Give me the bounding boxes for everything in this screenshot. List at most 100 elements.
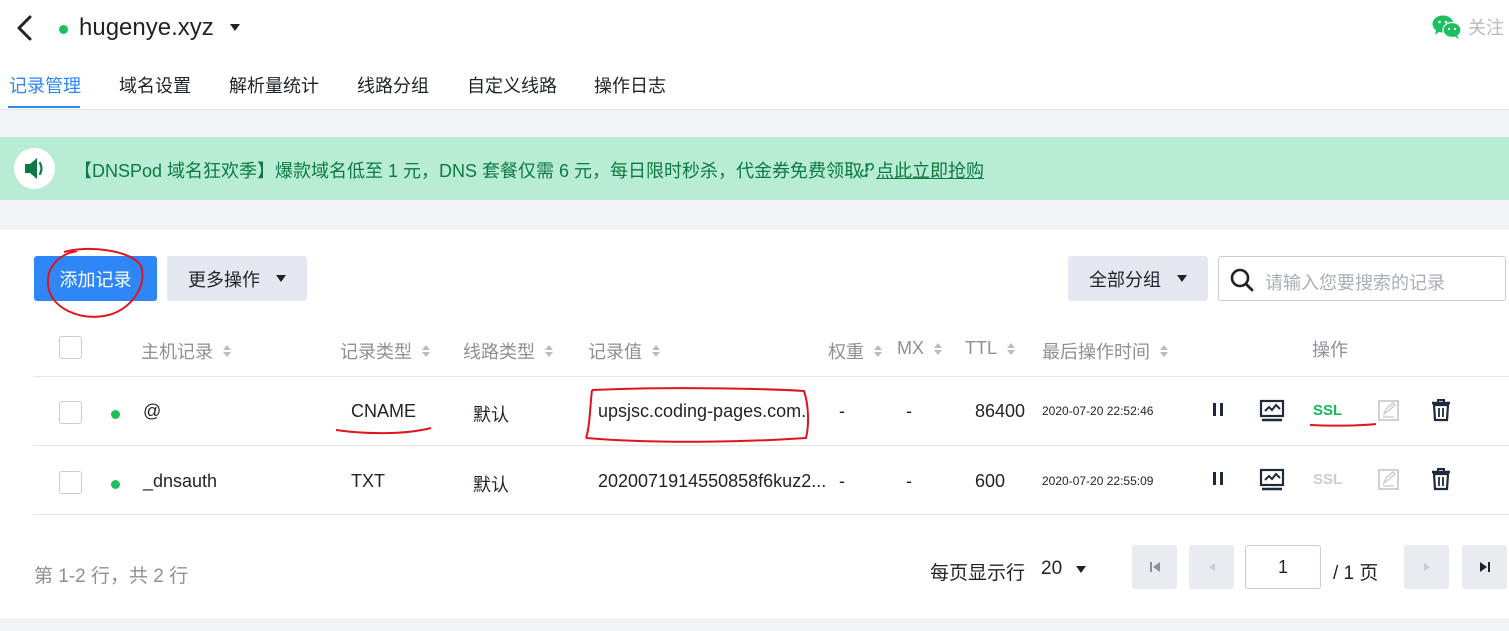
red-underline-annotation xyxy=(335,427,432,435)
record-weight: - xyxy=(839,471,845,491)
record-value: upsjsc.coding-pages.com. xyxy=(598,401,807,421)
tab-operation-log[interactable]: 操作日志 xyxy=(594,72,666,98)
pause-icon[interactable] xyxy=(1210,401,1226,419)
monitor-icon[interactable] xyxy=(1259,399,1285,423)
sort-icon[interactable] xyxy=(874,345,882,357)
group-filter-label: 全部分组 xyxy=(1089,269,1161,290)
sort-icon[interactable] xyxy=(652,345,660,357)
record-mx: - xyxy=(906,471,912,491)
ssl-button[interactable]: SSL xyxy=(1313,471,1342,488)
sort-icon[interactable] xyxy=(545,345,553,357)
page-header: hugenye.xyz 关注 记录管理 域名设置 解析量统计 线路分组 自定义线… xyxy=(0,0,1509,110)
sort-icon[interactable] xyxy=(1007,342,1016,355)
tab-custom-lines[interactable]: 自定义线路 xyxy=(467,72,557,98)
select-all-checkbox[interactable] xyxy=(59,336,82,359)
add-record-button[interactable]: 添加记录 xyxy=(34,256,157,301)
column-header-mx[interactable]: MX xyxy=(897,338,942,359)
record-host: _dnsauth xyxy=(143,471,218,491)
column-header-actions: 操作 xyxy=(1312,340,1348,360)
tab-domain-settings[interactable]: 域名设置 xyxy=(119,72,191,98)
domain-status-dot xyxy=(59,25,68,34)
link-icon xyxy=(859,162,875,178)
more-actions-label: 更多操作 xyxy=(188,269,260,290)
tab-record-management[interactable]: 记录管理 xyxy=(9,72,81,98)
edit-icon[interactable] xyxy=(1377,398,1401,422)
tab-resolution-stats[interactable]: 解析量统计 xyxy=(229,72,319,98)
pagination-summary: 第 1-2 行，共 2 行 xyxy=(34,566,189,587)
sort-icon[interactable] xyxy=(223,345,231,357)
record-ttl: 86400 xyxy=(975,401,1026,421)
promo-text: 【DNSPod 域名狂欢季】爆款域名低至 1 元，DNS 套餐仅需 6 元，每日… xyxy=(74,161,881,181)
promo-link[interactable]: 点此立即抢购 xyxy=(858,157,984,183)
trash-icon[interactable] xyxy=(1430,467,1452,491)
per-page-select[interactable]: 20 xyxy=(1041,558,1062,580)
record-mx: - xyxy=(906,401,912,421)
first-page-button[interactable] xyxy=(1132,545,1177,589)
sort-icon[interactable] xyxy=(934,342,942,355)
last-page-icon xyxy=(1479,562,1490,572)
row-checkbox[interactable] xyxy=(59,471,82,494)
red-underline-annotation xyxy=(1309,423,1377,427)
record-value: 2020071914550858f6kuz2... xyxy=(598,471,827,491)
dropdown-caret-icon[interactable] xyxy=(230,24,240,31)
prev-page-icon xyxy=(1208,563,1215,571)
promo-banner: 【DNSPod 域名狂欢季】爆款域名低至 1 元，DNS 套餐仅需 6 元，每日… xyxy=(0,137,1509,200)
column-header-line[interactable]: 线路类型 xyxy=(463,338,553,364)
record-weight: - xyxy=(839,401,845,421)
record-type: CNAME xyxy=(351,401,417,421)
table-divider xyxy=(33,376,1509,377)
search-input[interactable]: 请输入您要搜索的记录 xyxy=(1218,256,1506,301)
domain-name[interactable]: hugenye.xyz xyxy=(79,14,214,42)
sort-icon[interactable] xyxy=(1160,345,1168,357)
prev-page-button[interactable] xyxy=(1189,545,1234,589)
record-ttl: 600 xyxy=(975,471,1006,491)
table-divider xyxy=(33,514,1509,515)
monitor-icon[interactable] xyxy=(1259,468,1285,492)
column-header-host[interactable]: 主机记录 xyxy=(141,338,231,364)
edit-icon[interactable] xyxy=(1377,467,1401,491)
search-icon xyxy=(1230,268,1254,292)
promo-link-label: 点此立即抢购 xyxy=(876,161,984,181)
row-checkbox[interactable] xyxy=(59,401,82,424)
tab-line-groups[interactable]: 线路分组 xyxy=(357,72,429,98)
record-status-dot xyxy=(111,410,120,419)
page-number-input[interactable]: 1 xyxy=(1245,545,1321,589)
record-updated-time: 2020-07-20 22:55:09 xyxy=(1042,474,1154,488)
search-placeholder: 请输入您要搜索的记录 xyxy=(1265,273,1445,293)
column-header-type[interactable]: 记录类型 xyxy=(340,338,430,364)
record-line: 默认 xyxy=(473,405,509,425)
first-page-icon xyxy=(1149,562,1160,572)
dropdown-caret-icon[interactable] xyxy=(1076,566,1086,573)
follow-wechat-button[interactable]: 关注 xyxy=(1432,12,1504,42)
record-status-dot xyxy=(111,480,120,489)
dropdown-caret-icon xyxy=(276,275,286,282)
dns-record-page: hugenye.xyz 关注 记录管理 域名设置 解析量统计 线路分组 自定义线… xyxy=(0,0,1509,631)
record-line: 默认 xyxy=(473,475,509,495)
back-icon[interactable] xyxy=(12,14,36,42)
per-page-label: 每页显示行 xyxy=(930,563,1026,584)
dropdown-caret-icon xyxy=(1177,275,1187,282)
sort-icon[interactable] xyxy=(422,345,430,357)
next-page-button[interactable] xyxy=(1404,545,1449,589)
trash-icon[interactable] xyxy=(1430,398,1452,422)
ssl-button[interactable]: SSL xyxy=(1313,402,1342,419)
speaker-icon xyxy=(14,148,55,189)
column-header-value[interactable]: 记录值 xyxy=(588,338,660,364)
pause-icon[interactable] xyxy=(1210,470,1226,488)
next-page-icon xyxy=(1423,563,1430,571)
more-actions-button[interactable]: 更多操作 xyxy=(167,256,307,301)
active-tab-indicator xyxy=(8,106,80,108)
record-host: @ xyxy=(143,401,162,421)
wechat-icon xyxy=(1432,15,1462,39)
record-type: TXT xyxy=(351,471,385,491)
column-header-updated[interactable]: 最后操作时间 xyxy=(1042,338,1168,364)
last-page-button[interactable] xyxy=(1462,545,1507,589)
table-divider xyxy=(33,445,1509,446)
record-panel: 添加记录 更多操作 全部分组 请输入您要搜索的记录 主机记录 记录类型 线路类型… xyxy=(0,230,1509,618)
column-header-weight[interactable]: 权重 xyxy=(828,338,882,364)
record-updated-time: 2020-07-20 22:52:46 xyxy=(1042,404,1154,418)
column-header-ttl[interactable]: TTL xyxy=(965,338,1016,359)
group-filter-select[interactable]: 全部分组 xyxy=(1068,256,1208,301)
total-pages-label: / 1 页 xyxy=(1333,563,1379,584)
follow-label: 关注 xyxy=(1468,18,1504,38)
